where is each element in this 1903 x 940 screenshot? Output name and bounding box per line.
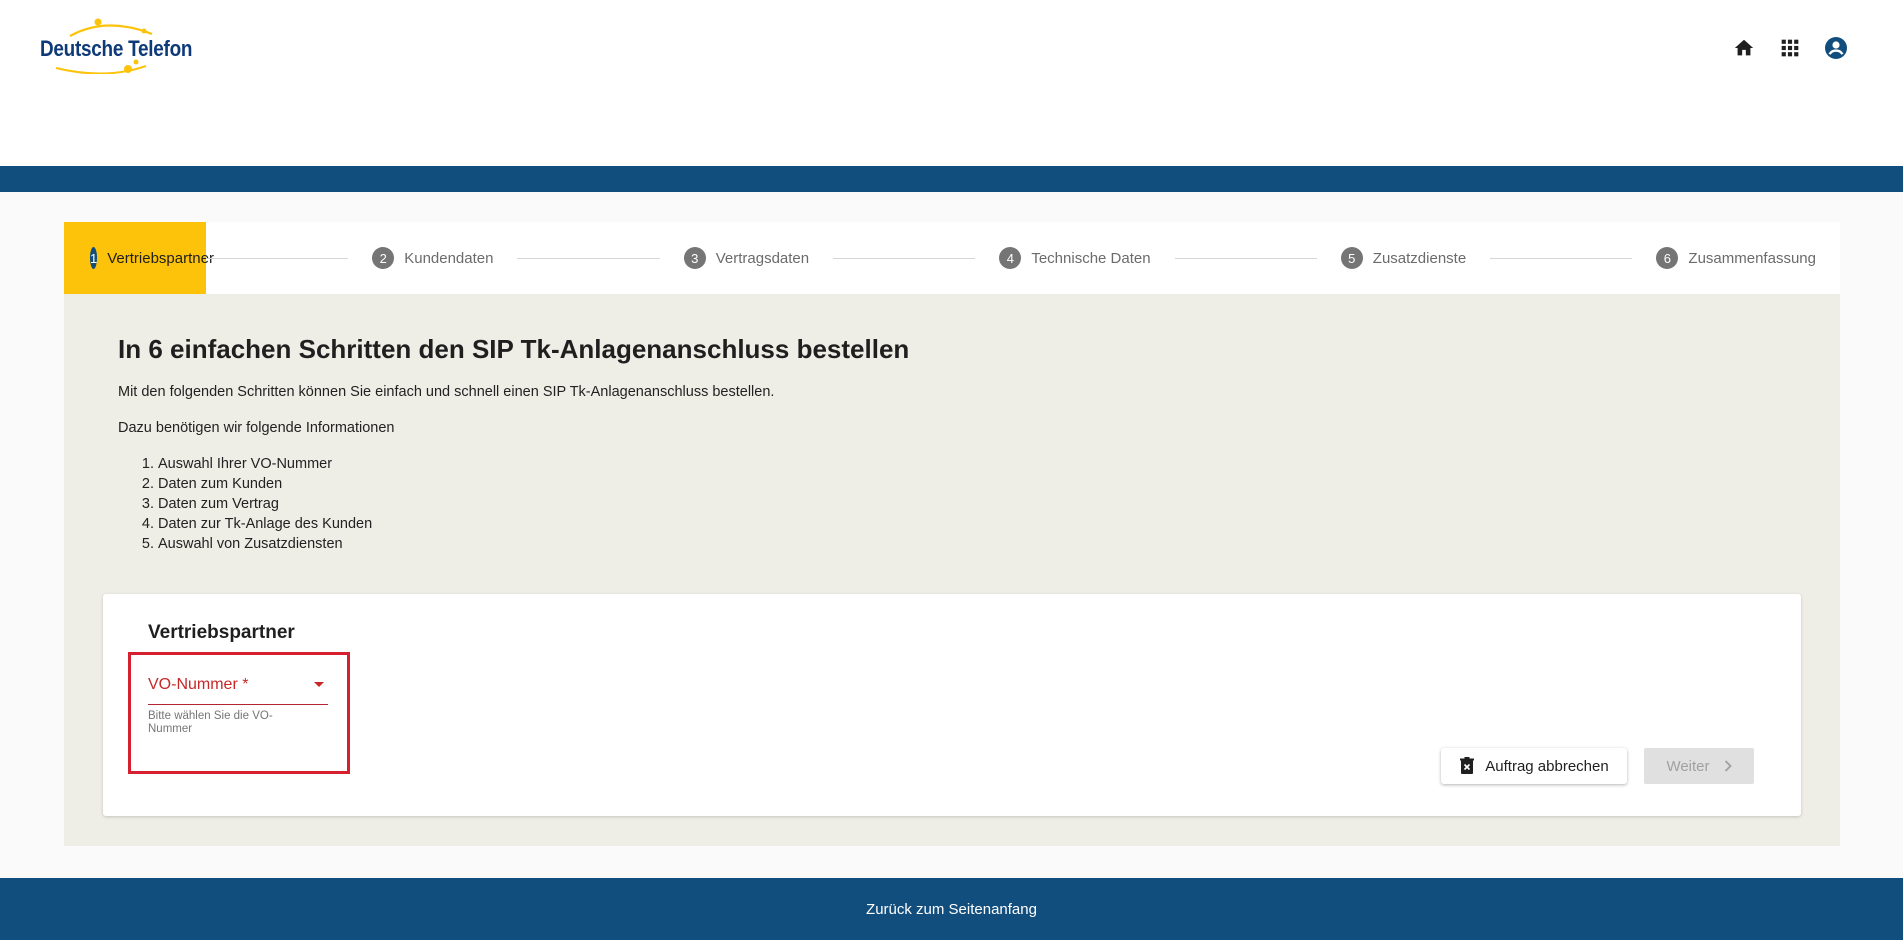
step-label: Zusammenfassung (1688, 249, 1816, 267)
vo-nummer-select[interactable]: VO-Nummer * (148, 672, 328, 705)
step-connector (517, 257, 660, 259)
step-vertragsdaten[interactable]: 3 Vertragsdaten (660, 222, 833, 294)
requirements-list: Auswahl Ihrer VO-Nummer Daten zum Kunden… (118, 454, 372, 554)
logo-text: Deutsche Telefon (40, 36, 193, 61)
apps-grid-icon[interactable] (1778, 36, 1802, 60)
order-stepper: 1 Vertriebspartner 2 Kundendaten 3 Vertr… (64, 222, 1840, 294)
step-connector (833, 257, 976, 259)
step-label: Zusatzdienste (1372, 249, 1467, 267)
next-label: Weiter (1666, 757, 1710, 775)
list-item: Daten zur Tk-Anlage des Kunden (158, 514, 372, 534)
list-item: Daten zum Kunden (158, 474, 372, 494)
select-label: VO-Nummer * (148, 676, 249, 693)
next-button[interactable]: Weiter (1644, 748, 1754, 784)
step-technische-daten[interactable]: 4 Technische Daten (975, 222, 1174, 294)
delete-icon (1460, 757, 1475, 774)
brand-logo[interactable]: Deutsche Telefon (36, 18, 196, 74)
home-icon[interactable] (1732, 36, 1756, 60)
step-number: 6 (1656, 247, 1679, 269)
step-number: 1 (90, 247, 98, 269)
list-item: Daten zum Vertrag (158, 494, 372, 514)
step-label: Vertragsdaten (715, 249, 810, 267)
band-title-fragment (262, 166, 298, 190)
back-to-top-link[interactable]: Zurück zum Seitenanfang (866, 901, 1037, 918)
step-label: Technische Daten (1031, 249, 1151, 267)
vertriebspartner-card: Vertriebspartner VO-Nummer * Bitte wähle… (103, 594, 1801, 816)
step-vertriebspartner[interactable]: 1 Vertriebspartner (64, 222, 214, 294)
step-label: Vertriebspartner (107, 249, 214, 267)
step-number: 2 (372, 247, 395, 269)
step-connector (206, 257, 349, 259)
top-header: Deutsche Telefon (0, 0, 1903, 166)
page-title: In 6 einfachen Schritten den SIP Tk-Anla… (118, 334, 910, 364)
select-hint: Bitte wählen Sie die VO-Nummer (148, 710, 273, 735)
intro-requirements: Dazu benötigen wir folgende Informatione… (118, 420, 395, 436)
list-item: Auswahl von Zusatzdiensten (158, 534, 372, 554)
page-title-band (0, 166, 1903, 192)
footer: Zurück zum Seitenanfang (0, 878, 1903, 940)
step-kundendaten[interactable]: 2 Kundendaten (348, 222, 517, 294)
step-connector (1174, 257, 1317, 259)
step-zusatzdienste[interactable]: 5 Zusatzdienste (1317, 222, 1490, 294)
account-circle-icon[interactable] (1824, 36, 1848, 60)
chevron-right-icon (1724, 760, 1732, 772)
step-number: 4 (999, 247, 1022, 269)
step-label: Kundendaten (404, 249, 494, 267)
dropdown-arrow-icon[interactable] (314, 682, 324, 687)
card-title: Vertriebspartner (148, 622, 295, 643)
cancel-order-button[interactable]: Auftrag abbrechen (1441, 748, 1627, 784)
step-content: In 6 einfachen Schritten den SIP Tk-Anla… (64, 294, 1840, 846)
step-number: 5 (1340, 247, 1363, 269)
step-number: 3 (683, 247, 706, 269)
cancel-label: Auftrag abbrechen (1485, 757, 1609, 775)
list-item: Auswahl Ihrer VO-Nummer (158, 454, 372, 474)
header-icon-bar (1732, 36, 1848, 60)
step-zusammenfassung[interactable]: 6 Zusammenfassung (1632, 222, 1840, 294)
intro-paragraph: Mit den folgenden Schritten können Sie e… (118, 384, 775, 400)
step-connector (1490, 257, 1633, 259)
